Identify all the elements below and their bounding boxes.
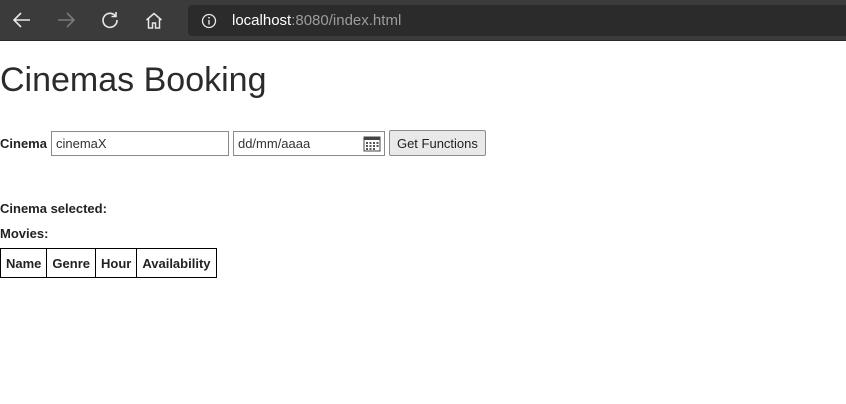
- date-placeholder: dd/mm/aaaa: [237, 135, 311, 151]
- back-arrow-icon: [13, 12, 31, 28]
- calendar-icon[interactable]: [363, 135, 381, 152]
- url-host: localhost: [232, 12, 292, 29]
- browser-toolbar: localhost:8080/index.html: [0, 0, 846, 41]
- url-path: :8080/index.html: [291, 12, 402, 29]
- column-header-name: Name: [0, 248, 48, 278]
- back-button[interactable]: [0, 0, 44, 41]
- forward-arrow-icon: [57, 12, 75, 28]
- get-functions-button[interactable]: Get Functions: [388, 130, 486, 156]
- forward-button[interactable]: [44, 0, 88, 41]
- home-button[interactable]: [132, 0, 176, 41]
- url-text: localhost:8080/index.html: [232, 12, 401, 29]
- home-icon: [145, 12, 163, 29]
- cinema-selected-label: Cinema selected:: [0, 201, 107, 216]
- cinema-form: Cinema dd/mm/aaaa Get Functions: [0, 130, 486, 156]
- cinema-input[interactable]: [50, 130, 229, 156]
- column-header-hour: Hour: [94, 248, 138, 278]
- table-header-row: Name Genre Hour Availability: [0, 248, 217, 278]
- column-header-genre: Genre: [46, 248, 96, 278]
- info-icon[interactable]: [200, 12, 218, 30]
- cinema-label: Cinema: [0, 135, 47, 151]
- address-bar[interactable]: localhost:8080/index.html: [188, 5, 846, 36]
- refresh-button[interactable]: [88, 0, 132, 41]
- date-input[interactable]: dd/mm/aaaa: [232, 130, 385, 156]
- movies-table: Name Genre Hour Availability: [0, 248, 217, 278]
- refresh-icon: [101, 11, 119, 29]
- movies-label: Movies:: [0, 226, 49, 241]
- page-title: Cinemas Booking: [0, 61, 267, 99]
- column-header-availability: Availability: [136, 248, 217, 278]
